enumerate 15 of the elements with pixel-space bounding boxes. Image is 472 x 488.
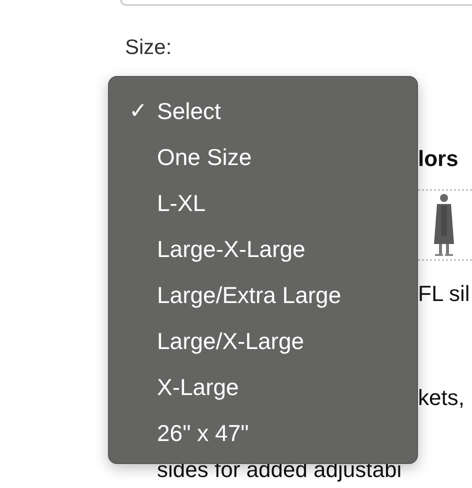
menu-item[interactable]: X-Large xyxy=(109,364,417,410)
menu-item[interactable]: One Size xyxy=(109,134,417,180)
menu-item[interactable]: Large/Extra Large xyxy=(109,272,417,318)
text-field[interactable] xyxy=(120,0,472,6)
description-text: kets, xyxy=(418,385,464,411)
menu-item[interactable]: ✓ Select xyxy=(109,88,417,134)
menu-item[interactable]: 26" x 47" xyxy=(109,410,417,456)
menu-item[interactable]: L-XL xyxy=(109,180,417,226)
menu-item[interactable]: Large-X-Large xyxy=(109,226,417,272)
heading: lors xyxy=(418,146,458,172)
description-text: FL sil xyxy=(418,281,470,307)
check-mark: ✓ xyxy=(129,99,148,123)
menu-item[interactable]: Large/X-Large xyxy=(109,318,417,364)
size-label: Size: xyxy=(125,36,172,60)
thumbnail[interactable] xyxy=(418,189,472,261)
